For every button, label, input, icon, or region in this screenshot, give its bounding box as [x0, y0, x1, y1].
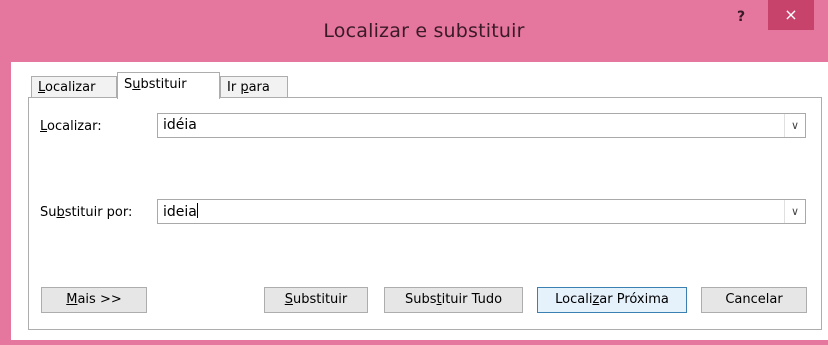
more-button[interactable]: Mais >> — [41, 287, 147, 313]
replace-input-value: ideia — [163, 204, 197, 220]
window-title: Localizar e substituir — [323, 20, 525, 42]
find-input[interactable]: idéia — [163, 117, 197, 133]
label-pre: Su — [40, 205, 57, 220]
tab-label-accelerator: p — [240, 80, 249, 95]
button-label-accelerator: S — [284, 292, 293, 307]
title-bar[interactable]: Localizar e substituir ? × — [0, 0, 828, 52]
tab-label-pre: Ir — [227, 80, 241, 95]
tab-substituir[interactable]: Substituir — [117, 72, 220, 99]
dialog-body: Localizar Substituir Ir para Localizar: … — [11, 62, 828, 340]
replace-combobox[interactable]: ideia ∨ — [157, 199, 806, 224]
button-label-pre: Subs — [404, 292, 437, 307]
label-accelerator: L — [40, 119, 48, 134]
replace-label: Substituir por: — [40, 205, 132, 220]
cancel-button[interactable]: Cancelar — [701, 287, 807, 313]
replace-input[interactable]: ideia — [163, 203, 198, 220]
close-button[interactable]: × — [768, 0, 814, 30]
label-post: ocalizar: — [47, 119, 102, 134]
button-label-post: ais >> — [77, 292, 122, 307]
button-label-pre: Locali — [555, 292, 593, 307]
chevron-down-icon[interactable]: ∨ — [784, 114, 805, 137]
tab-label-accelerator: L — [38, 80, 46, 95]
close-icon: × — [784, 5, 798, 24]
replace-all-button[interactable]: Substituir Tudo — [384, 287, 523, 313]
help-button[interactable]: ? — [726, 6, 756, 28]
button-label-post: ubstituir — [292, 292, 348, 307]
find-combobox[interactable]: idéia ∨ — [157, 113, 806, 138]
button-label-post: ituir Tudo — [441, 292, 503, 307]
find-next-button[interactable]: Localizar Próxima — [537, 287, 687, 313]
label-post: stituir por: — [64, 205, 133, 220]
tab-label-post: ara — [248, 80, 270, 95]
substituir-panel: Localizar: idéia ∨ Substituir por: ideia… — [28, 97, 822, 330]
label-accelerator: b — [56, 205, 65, 220]
text-caret — [196, 203, 198, 218]
button-label-accelerator: M — [66, 292, 78, 307]
find-replace-dialog: Localizar e substituir ? × Localizar Sub… — [0, 0, 828, 345]
replace-button[interactable]: Substituir — [264, 287, 368, 313]
tab-label-post: ocalizar — [45, 80, 96, 95]
button-label-post: ar Próxima — [599, 292, 669, 307]
tab-localizar[interactable]: Localizar — [31, 76, 117, 98]
tab-label-post: bstituir — [140, 77, 187, 92]
find-label: Localizar: — [40, 119, 102, 134]
tab-label-accelerator: u — [132, 77, 141, 92]
tab-ir-para[interactable]: Ir para — [220, 76, 288, 98]
chevron-down-icon[interactable]: ∨ — [784, 200, 805, 223]
